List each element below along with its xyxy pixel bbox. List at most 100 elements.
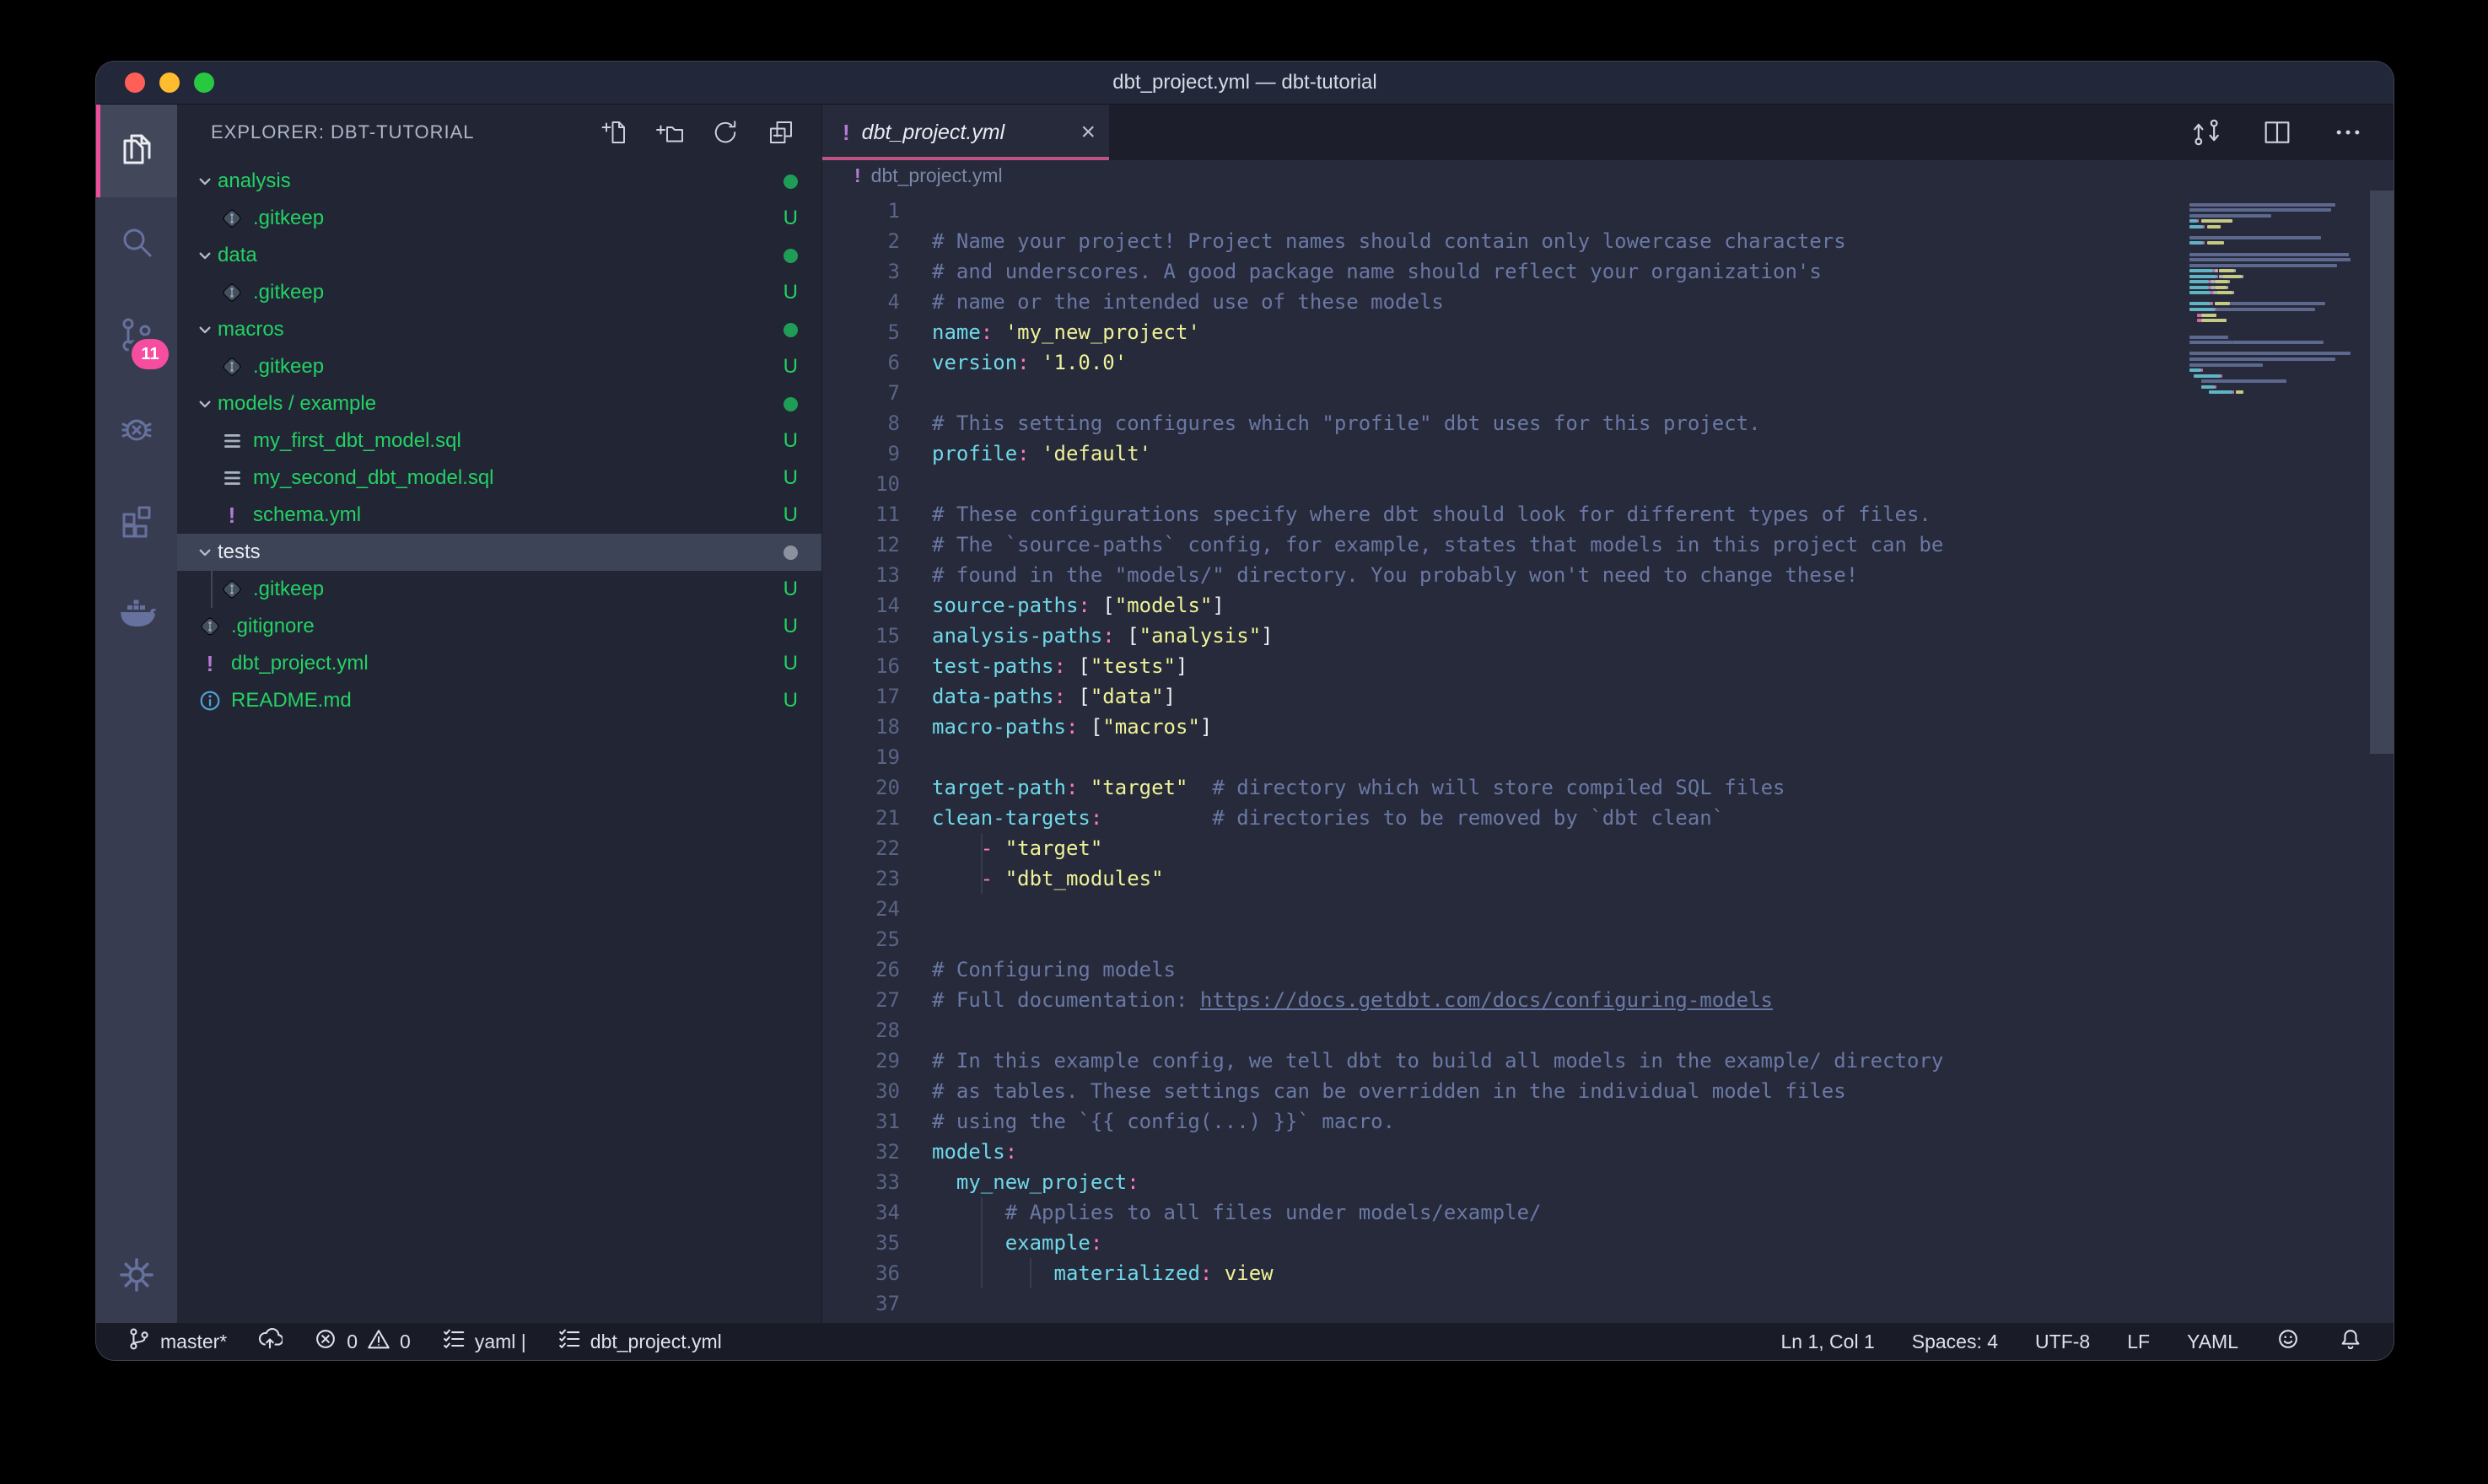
editor-group: ! dbt_project.yml × ! dbt_project.yml 12… [822,105,2394,1323]
line-number: 27 [822,985,900,1015]
tree-folder-data[interactable]: data [177,237,821,274]
status-sync-changes[interactable] [257,1326,283,1357]
token: profile [932,442,1017,465]
tree-file--gitkeep[interactable]: .gitkeepU [177,571,821,608]
split-editor-button[interactable] [2260,116,2294,149]
status-problems[interactable]: 00 [313,1326,411,1357]
status-encoding[interactable]: UTF-8 [2035,1331,2090,1353]
status-eol[interactable]: LF [2127,1331,2150,1353]
refresh-explorer-button[interactable] [710,117,740,148]
minimap-line [2189,363,2263,367]
folder-changes-dot [784,323,798,337]
line-text: analysis-paths: ["analysis"] [932,621,1274,651]
tree-file--gitkeep[interactable]: .gitkeepU [177,200,821,237]
status-text: 0 [347,1331,358,1353]
folder-changes-dot [784,546,798,560]
breadcrumb[interactable]: ! dbt_project.yml [822,160,2394,191]
status-language-mode[interactable]: YAML [2187,1331,2238,1353]
minimap-line [2227,286,2228,289]
collapse-folders-button[interactable] [766,117,796,148]
token [932,1261,1054,1285]
activity-item-search[interactable] [96,197,177,290]
status-yaml-schema[interactable]: yaml | [441,1326,526,1357]
activity-item-debug[interactable] [96,383,177,476]
tree-file--gitignore[interactable]: .gitignoreU [177,608,821,645]
explorer-title: EXPLORER: DBT-TUTORIAL [211,121,475,143]
tree-file-schema-yml[interactable]: !schema.ymlU [177,497,821,534]
code-line: 16test-paths: ["tests"] [822,651,2174,681]
minimap-line [2189,258,2351,261]
token: "models" [1115,594,1213,617]
breadcrumb-file[interactable]: dbt_project.yml [871,164,1003,187]
minimap-line [2189,214,2271,218]
status-text: dbt_project.yml [590,1331,722,1353]
tree-file-readme-md[interactable]: README.mdU [177,682,821,719]
code-line: 15analysis-paths: ["analysis"] [822,621,2174,651]
status-text: Ln 1, Col 1 [1781,1331,1875,1353]
git-untracked-badge: U [784,207,798,230]
token: : [1102,624,1114,648]
line-number: 13 [822,560,900,590]
line-text: macro-paths: ["macros"] [932,712,1212,742]
token: view [1225,1261,1274,1285]
status-cursor-position[interactable]: Ln 1, Col 1 [1781,1331,1875,1353]
editor-scrollbar[interactable] [2370,191,2394,754]
token: [ [1091,594,1115,617]
line-number: 21 [822,803,900,833]
code-line: 28 [822,1015,2174,1046]
tree-file--gitkeep[interactable]: .gitkeepU [177,274,821,311]
line-text: clean-targets: # directories to be remov… [932,803,1724,833]
token: 'my_new_project' [1005,320,1200,344]
doc-link[interactable]: https://docs.getdbt.com/docs/configuring… [1200,988,1773,1012]
tree-folder-models-example[interactable]: models / example [177,385,821,422]
line-text: name: 'my_new_project' [932,317,1200,347]
activity-item-docker[interactable] [96,568,177,661]
tab-dbt-project-yml[interactable]: ! dbt_project.yml × [822,105,1109,160]
token: # as tables. These settings can be overr… [932,1079,1846,1103]
status-git-branch[interactable]: master* [127,1326,227,1357]
more-actions-button[interactable] [2331,116,2365,149]
token: : [1066,776,1078,799]
minimap-line [2201,314,2216,317]
tree-folder-analysis[interactable]: analysis [177,163,821,200]
close-window-button[interactable] [125,73,145,93]
activity-item-extensions[interactable] [96,476,177,568]
minimap-line [2201,385,2215,389]
code-line: 31# using the `{{ config(...) }}` macro. [822,1106,2174,1137]
activity-item-source-control[interactable]: 11 [96,290,177,383]
tree-file--gitkeep[interactable]: .gitkeepU [177,348,821,385]
tree-file-my-second-dbt-model-sql[interactable]: my_second_dbt_model.sqlU [177,460,821,497]
status-feedback[interactable] [2275,1326,2301,1357]
line-number: 30 [822,1076,900,1106]
tree-file-dbt-project-yml[interactable]: !dbt_project.ymlU [177,645,821,682]
zoom-window-button[interactable] [194,73,214,93]
token: [ [1078,715,1102,739]
token: ] [1261,624,1273,648]
minimize-window-button[interactable] [159,73,180,93]
gear-icon [116,1255,157,1299]
bug-icon [116,407,157,452]
chevron-down-icon [192,319,218,341]
activity-item-settings[interactable] [96,1230,177,1323]
code-line: 20target-path: "target" # directory whic… [822,772,2174,803]
minimap-line [2194,374,2221,378]
status-dbt-file[interactable]: dbt_project.yml [557,1326,722,1357]
code-editor[interactable]: 12# Name your project! Project names sho… [822,191,2394,1323]
status-notifications[interactable] [2338,1326,2363,1357]
new-folder-button[interactable] [654,117,685,148]
status-indentation[interactable]: Spaces: 4 [1912,1331,1998,1353]
code-line: 11# These configurations specify where d… [822,499,2174,530]
tree-folder-tests[interactable]: tests [177,534,821,571]
chevron-down-icon [192,393,218,415]
open-changes-button[interactable] [2189,116,2223,149]
tab-label: dbt_project.yml [862,121,1005,145]
tree-file-my-first-dbt-model-sql[interactable]: my_first_dbt_model.sqlU [177,422,821,460]
new-file-button[interactable] [599,117,629,148]
status-left: master* 00 yaml | dbt_project.yml [127,1326,722,1357]
code-line: 30 # as tables. These settings can be ove… [822,1076,2174,1106]
folder-changes-dot [784,249,798,263]
close-tab-icon[interactable]: × [1080,120,1096,145]
token: ] [1212,594,1224,617]
tree-folder-macros[interactable]: macros [177,311,821,348]
activity-item-explorer[interactable] [96,105,177,197]
